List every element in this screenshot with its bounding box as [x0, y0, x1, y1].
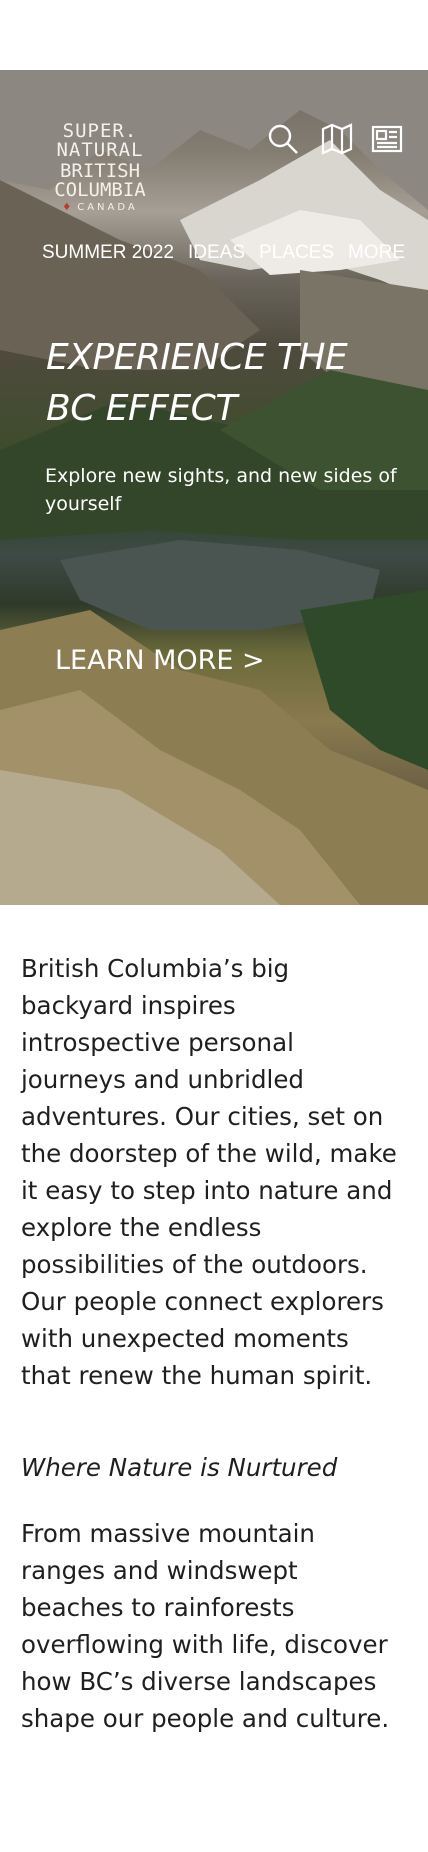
brand-logo[interactable]: SUPER. NATURAL BRITISH COLUMBIA ♦ CANADA	[20, 122, 180, 213]
logo-country: CANADA	[77, 202, 138, 213]
tagline: Where Nature is Nurtured	[21, 1453, 338, 1482]
map-button[interactable]	[318, 120, 356, 158]
search-button[interactable]	[264, 120, 302, 158]
intro-paragraph: British Columbia’s big backyard inspires…	[21, 954, 397, 1390]
maple-leaf-icon: ♦	[62, 202, 75, 213]
body-paragraph: From massive mountain ranges and windswe…	[21, 1519, 390, 1733]
hero-banner: SUPER. NATURAL BRITISH COLUMBIA ♦ CANADA …	[0, 70, 428, 905]
nav-item-places[interactable]: PLACES	[259, 242, 334, 264]
logo-line-3: ♦ CANADA	[20, 203, 180, 213]
nav-item-more[interactable]: MORE	[348, 242, 405, 264]
learn-more-link[interactable]: LEARN MORE >	[55, 645, 265, 676]
logo-line-1: SUPER. NATURAL	[56, 120, 144, 161]
logo-line-2: BRITISH COLUMBIA	[54, 160, 146, 201]
hero-title: EXPERIENCE THE BC EFFECT	[46, 337, 348, 429]
main-navigation: SUMMER 2022 IDEAS PLACES MORE	[42, 242, 405, 264]
nav-item-summer-2022[interactable]: SUMMER 2022	[42, 242, 174, 264]
nav-item-ideas[interactable]: IDEAS	[188, 242, 245, 264]
map-icon	[321, 123, 353, 155]
newsletter-button[interactable]	[368, 120, 406, 158]
newsletter-icon	[371, 125, 403, 153]
top-spacer	[0, 0, 428, 70]
search-icon	[268, 124, 298, 154]
hero-subtitle: Explore new sights, and new sides of you…	[45, 465, 397, 515]
